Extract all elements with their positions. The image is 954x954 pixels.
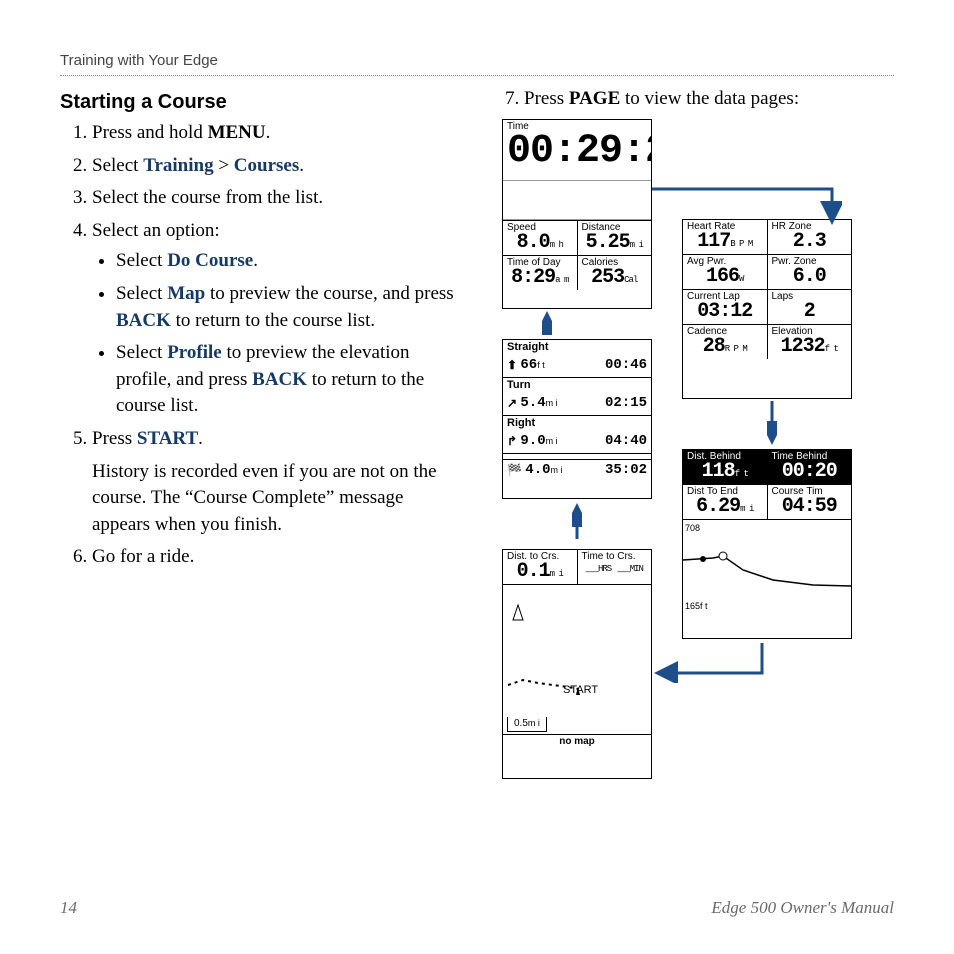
manual-title: Edge 500 Owner's Manual	[711, 896, 894, 920]
value-tod: 8:29	[511, 266, 555, 289]
value-dist-behind: 118	[702, 460, 735, 483]
no-map-label: no map	[503, 734, 651, 749]
dir-straight: Straight	[503, 340, 651, 355]
value-hrzone: 2.3	[772, 232, 848, 252]
arrow-icon	[767, 401, 777, 447]
value-dist-end: 6.29	[696, 495, 740, 518]
map-scale: 0.5	[514, 718, 528, 729]
value-laps: 2	[772, 302, 848, 322]
link-training: Training	[143, 155, 213, 176]
value-distance: 5.25	[586, 231, 630, 254]
value-dist-to-crs: 0.1	[517, 560, 550, 583]
arrow-icon	[572, 501, 582, 547]
value-hr: 117	[697, 230, 730, 253]
section-heading: Starting a Course	[60, 88, 462, 116]
option-do-course: Select Do Course.	[116, 248, 462, 275]
screen-timer: Time 00:29:20 Speed 8.0m h Distance 5.25…	[502, 119, 652, 309]
steps-list: Press and hold MENU. Select Training > C…	[60, 120, 462, 571]
divider-dotted	[60, 75, 894, 76]
menu-key: MENU	[208, 122, 266, 143]
elevation-chart-icon	[683, 520, 852, 616]
link-courses: Courses	[234, 155, 299, 176]
step-6: Go for a ride.	[92, 544, 462, 571]
right-column: Press PAGE to view the data pages: Time …	[492, 86, 894, 819]
step-5: Press START. History is recorded even if…	[92, 426, 462, 538]
step-1: Press and hold MENU.	[92, 120, 462, 147]
svg-text:START: START	[563, 684, 598, 696]
value-cadence: 28	[703, 335, 725, 358]
elev-bot: 165	[685, 601, 700, 611]
value-currentlap: 03:12	[687, 302, 763, 322]
step-4-options: Select Do Course. Select Map to preview …	[92, 248, 462, 420]
value-avgpwr: 166	[706, 265, 739, 288]
page-key: PAGE	[569, 88, 620, 109]
value-course-time: 04:59	[772, 497, 848, 517]
step-4: Select an option: Select Do Course. Sele…	[92, 218, 462, 420]
elev-top: 708	[685, 522, 700, 535]
step-5-note: History is recorded even if you are not …	[92, 459, 462, 539]
arrow-icon	[652, 179, 842, 229]
value-speed: 8.0	[517, 231, 550, 254]
screen-map: Dist. to Crs.0.1m i Time to Crs.__HRS __…	[502, 549, 652, 779]
page-number: 14	[60, 896, 77, 920]
screen-hr: Heart Rate117B P M HR Zone2.3 Avg Pwr.16…	[682, 219, 852, 399]
value-elev: 1232	[781, 335, 825, 358]
value-time: 00:29:20	[507, 132, 647, 172]
option-map: Select Map to preview the course, and pr…	[116, 281, 462, 334]
arrow-icon	[542, 311, 552, 337]
screen-directions: Straight ⬆ 66f t00:46 Turn ↗ 5.4m i02:15…	[502, 339, 652, 499]
step-text: Press and hold	[92, 122, 208, 143]
running-head: Training with Your Edge	[60, 50, 894, 71]
step-7: Press PAGE to view the data pages:	[524, 86, 894, 113]
screen-behind: Dist. Behind118f t Time Behind00:20 Dist…	[682, 449, 852, 639]
step-3: Select the course from the list.	[92, 185, 462, 212]
left-column: Starting a Course Press and hold MENU. S…	[60, 86, 462, 819]
arrow-icon	[652, 643, 772, 683]
value-time-behind: 00:20	[772, 462, 848, 482]
map-icon: START	[503, 585, 652, 735]
north-arrow-icon	[513, 605, 523, 620]
steps-list-right: Press PAGE to view the data pages:	[492, 86, 894, 113]
step-2: Select Training > Courses.	[92, 153, 462, 180]
value-calories: 253	[591, 266, 624, 289]
dir-right: Right	[503, 415, 651, 431]
dir-turn: Turn	[503, 377, 651, 393]
page-footer: 14 Edge 500 Owner's Manual	[60, 896, 894, 920]
option-profile: Select Profile to preview the elevation …	[116, 340, 462, 420]
screens-figure: Time 00:29:20 Speed 8.0m h Distance 5.25…	[492, 119, 892, 819]
value-pwrzone: 6.0	[772, 267, 848, 287]
